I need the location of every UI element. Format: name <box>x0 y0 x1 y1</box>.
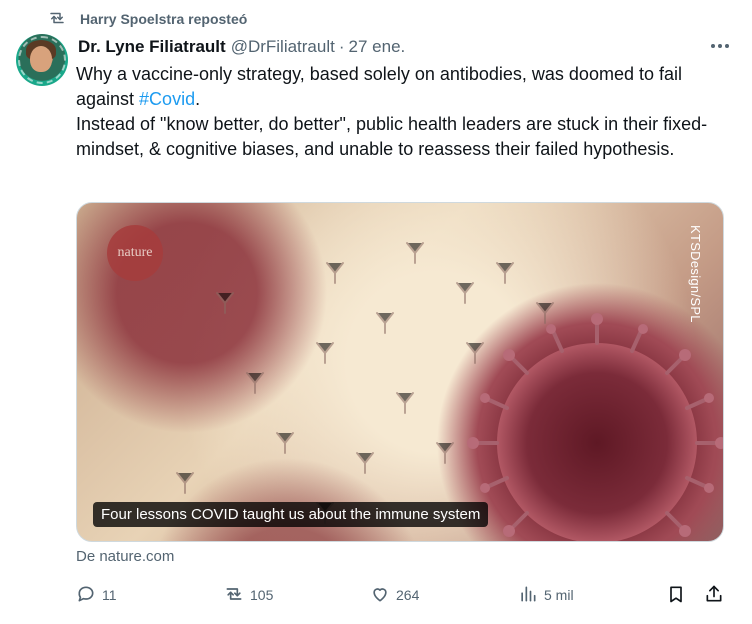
repost-icon <box>48 9 66 30</box>
action-bar: 11 105 264 5 mil <box>76 582 726 608</box>
tweet-header: Dr. Lyne Filiatrault @DrFiliatrault · 27… <box>78 36 732 58</box>
repost-button[interactable]: 105 <box>224 584 273 607</box>
reply-button[interactable]: 11 <box>76 584 117 607</box>
repost-indicator[interactable]: Harry Spoelstra reposteó <box>48 8 247 30</box>
tweet-date[interactable]: 27 ene. <box>349 37 406 57</box>
tweet-text-line2: Instead of "know better, do better", pub… <box>76 114 708 159</box>
views-button[interactable]: 5 mil <box>518 584 574 607</box>
repost-label: Harry Spoelstra reposteó <box>80 11 248 27</box>
like-button[interactable]: 264 <box>370 584 419 607</box>
tweet-text-line1-end: . <box>195 89 201 109</box>
repost-count: 105 <box>250 587 274 603</box>
card-image <box>176 242 723 541</box>
author-name[interactable]: Dr. Lyne Filiatrault <box>78 37 226 57</box>
repost-icon <box>224 584 244 607</box>
card-source[interactable]: De nature.com <box>76 548 174 565</box>
share-button[interactable] <box>704 584 724 607</box>
author-handle[interactable]: @DrFiliatrault <box>231 37 335 57</box>
bookmark-button[interactable] <box>666 584 686 607</box>
more-icon[interactable] <box>708 36 732 56</box>
link-card[interactable]: nature KTSDesign/SPL Four lessons COVID … <box>76 202 724 542</box>
nature-logo: nature <box>107 225 163 281</box>
reply-icon <box>76 584 96 607</box>
card-caption: Four lessons COVID taught us about the i… <box>93 502 489 527</box>
share-icon <box>704 584 724 607</box>
heart-icon <box>370 584 390 607</box>
image-credit: KTSDesign/SPL <box>688 225 703 323</box>
bookmark-icon <box>666 584 686 607</box>
like-count: 264 <box>396 587 420 603</box>
separator: · <box>338 37 345 56</box>
views-icon <box>518 584 538 607</box>
avatar[interactable] <box>16 34 68 86</box>
hashtag-link[interactable]: #Covid <box>139 89 195 109</box>
reply-count: 11 <box>102 587 117 603</box>
view-count: 5 mil <box>544 587 574 603</box>
tweet-text: Why a vaccine-only strategy, based solel… <box>76 62 726 162</box>
